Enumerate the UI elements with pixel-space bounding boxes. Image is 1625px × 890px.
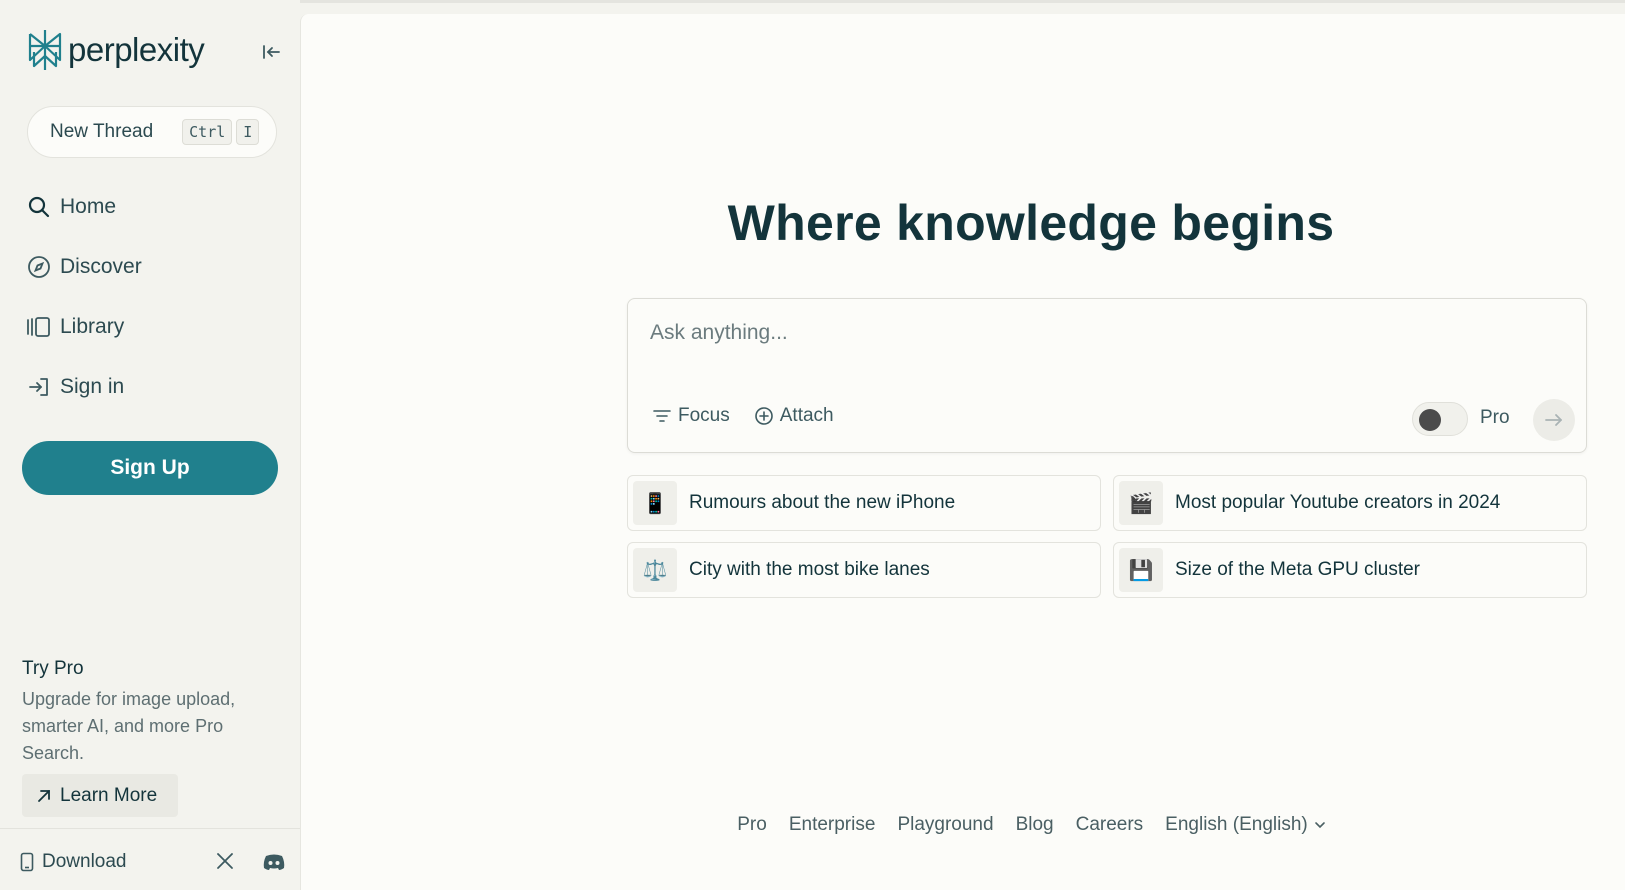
new-thread-button[interactable]: New Thread Ctrl I	[27, 106, 277, 158]
page-title: Where knowledge begins	[727, 195, 1335, 251]
collapse-icon	[263, 45, 280, 59]
suggestion-text: Most popular Youtube creators in 2024	[1175, 492, 1501, 513]
try-pro-title: Try Pro	[22, 658, 84, 679]
toggle-knob	[1419, 409, 1441, 431]
clapperboard-icon: 🎬	[1119, 481, 1163, 525]
footer-link-pro[interactable]: Pro	[737, 814, 767, 836]
suggestion-text: City with the most bike lanes	[689, 559, 930, 580]
sidebar-footer: Download	[0, 828, 300, 890]
suggestion-card[interactable]: ⚖️ City with the most bike lanes	[627, 542, 1101, 598]
language-label: English (English)	[1165, 814, 1308, 835]
sidebar-item-label: Discover	[60, 255, 142, 278]
attach-label: Attach	[779, 405, 834, 426]
phone-icon: 📱	[633, 481, 677, 525]
sidebar-nav: Home Discover Library Sign in	[26, 192, 142, 432]
sidebar-item-sign-in[interactable]: Sign in	[26, 372, 142, 402]
floppy-disk-icon: 💾	[1119, 548, 1163, 592]
sidebar-item-label: Sign in	[60, 375, 125, 398]
main-panel: Where knowledge begins Focus Attach Pro …	[300, 14, 1625, 890]
submit-button[interactable]	[1533, 399, 1575, 441]
focus-button[interactable]: Focus	[652, 405, 730, 427]
library-icon	[26, 314, 52, 340]
sidebar-item-discover[interactable]: Discover	[26, 252, 142, 282]
x-twitter-icon[interactable]	[216, 852, 234, 875]
discord-icon[interactable]	[262, 853, 286, 876]
suggestion-card[interactable]: 💾 Size of the Meta GPU cluster	[1113, 542, 1587, 598]
search-icon	[26, 194, 52, 220]
suggestion-card[interactable]: 🎬 Most popular Youtube creators in 2024	[1113, 475, 1587, 531]
language-selector[interactable]: English (English)	[1165, 814, 1326, 836]
footer-links: Pro Enterprise Playground Blog Careers E…	[301, 814, 1625, 836]
ask-tools: Focus Attach	[652, 405, 834, 427]
footer-link-playground[interactable]: Playground	[897, 814, 993, 836]
learn-more-label: Learn More	[60, 784, 158, 806]
sidebar-item-library[interactable]: Library	[26, 312, 142, 342]
sidebar-item-label: Home	[60, 195, 117, 218]
sidebar-item-home[interactable]: Home	[26, 192, 142, 222]
download-button[interactable]: Download	[20, 851, 127, 873]
try-pro-card: Try Pro Upgrade for image upload, smarte…	[22, 658, 282, 767]
kbd-ctrl: Ctrl	[182, 119, 233, 145]
arrow-right-icon	[1545, 414, 1562, 426]
new-thread-label: New Thread	[50, 121, 154, 142]
attach-button[interactable]: Attach	[754, 405, 834, 427]
sidebar: perplexity New Thread Ctrl I Home Discov…	[0, 0, 300, 890]
ask-input[interactable]	[650, 321, 1550, 345]
sign-up-button[interactable]: Sign Up	[22, 441, 278, 495]
footer-link-enterprise[interactable]: Enterprise	[789, 814, 876, 836]
pro-label: Pro	[1480, 407, 1510, 428]
compass-icon	[26, 254, 52, 280]
footer-link-careers[interactable]: Careers	[1076, 814, 1144, 836]
ask-box: Focus Attach Pro	[627, 298, 1587, 453]
kbd-i: I	[236, 119, 260, 145]
suggestion-text: Size of the Meta GPU cluster	[1175, 559, 1420, 580]
perplexity-logo-icon	[28, 30, 62, 70]
sign-in-icon	[26, 374, 52, 400]
sidebar-item-label: Library	[60, 315, 125, 338]
learn-more-button[interactable]: Learn More	[22, 774, 178, 817]
focus-label: Focus	[678, 405, 730, 426]
suggestion-text: Rumours about the new iPhone	[689, 492, 956, 513]
download-label: Download	[42, 851, 127, 872]
try-pro-description: Upgrade for image upload, smarter AI, an…	[22, 689, 236, 763]
plus-circle-icon	[754, 407, 773, 425]
pro-toggle[interactable]	[1412, 402, 1468, 436]
phone-icon	[20, 852, 34, 872]
suggestion-card[interactable]: 📱 Rumours about the new iPhone	[627, 475, 1101, 531]
filter-icon	[653, 410, 671, 422]
footer-link-blog[interactable]: Blog	[1016, 814, 1054, 836]
scales-icon: ⚖️	[633, 548, 677, 592]
logo[interactable]: perplexity	[26, 28, 205, 72]
chevron-down-icon	[1314, 822, 1325, 829]
logo-text: perplexity	[68, 31, 205, 68]
arrow-up-right-icon	[38, 789, 50, 802]
collapse-sidebar-button[interactable]	[258, 38, 286, 66]
shortcut-hint: Ctrl I	[178, 119, 260, 145]
